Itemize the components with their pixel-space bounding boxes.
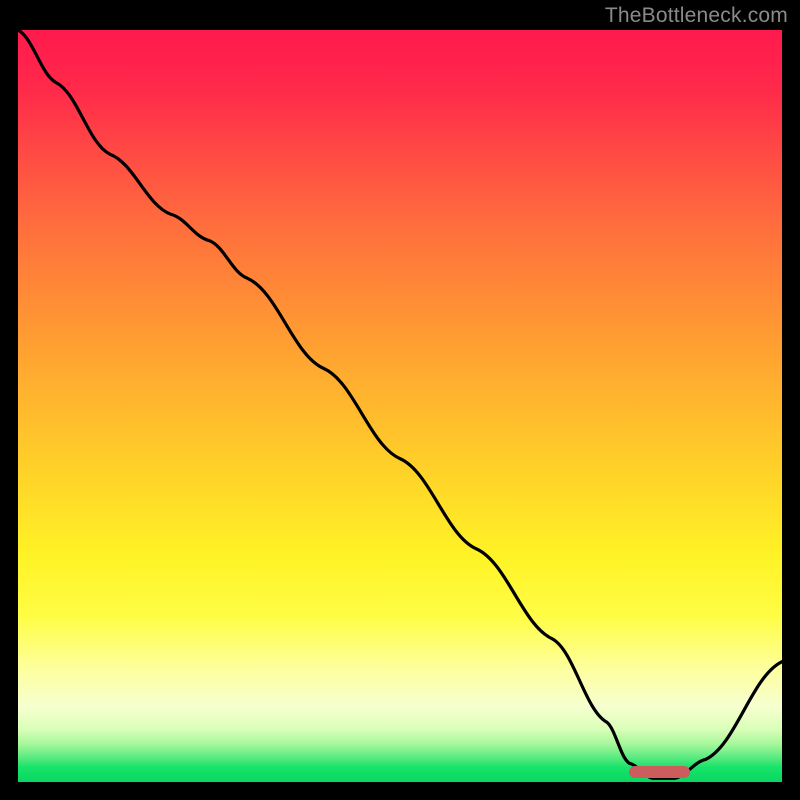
gradient-background (18, 30, 782, 782)
plot-area (18, 30, 782, 782)
attribution-label: TheBottleneck.com (605, 4, 788, 28)
chart-container: TheBottleneck.com (0, 0, 800, 800)
optimal-marker (629, 766, 690, 778)
